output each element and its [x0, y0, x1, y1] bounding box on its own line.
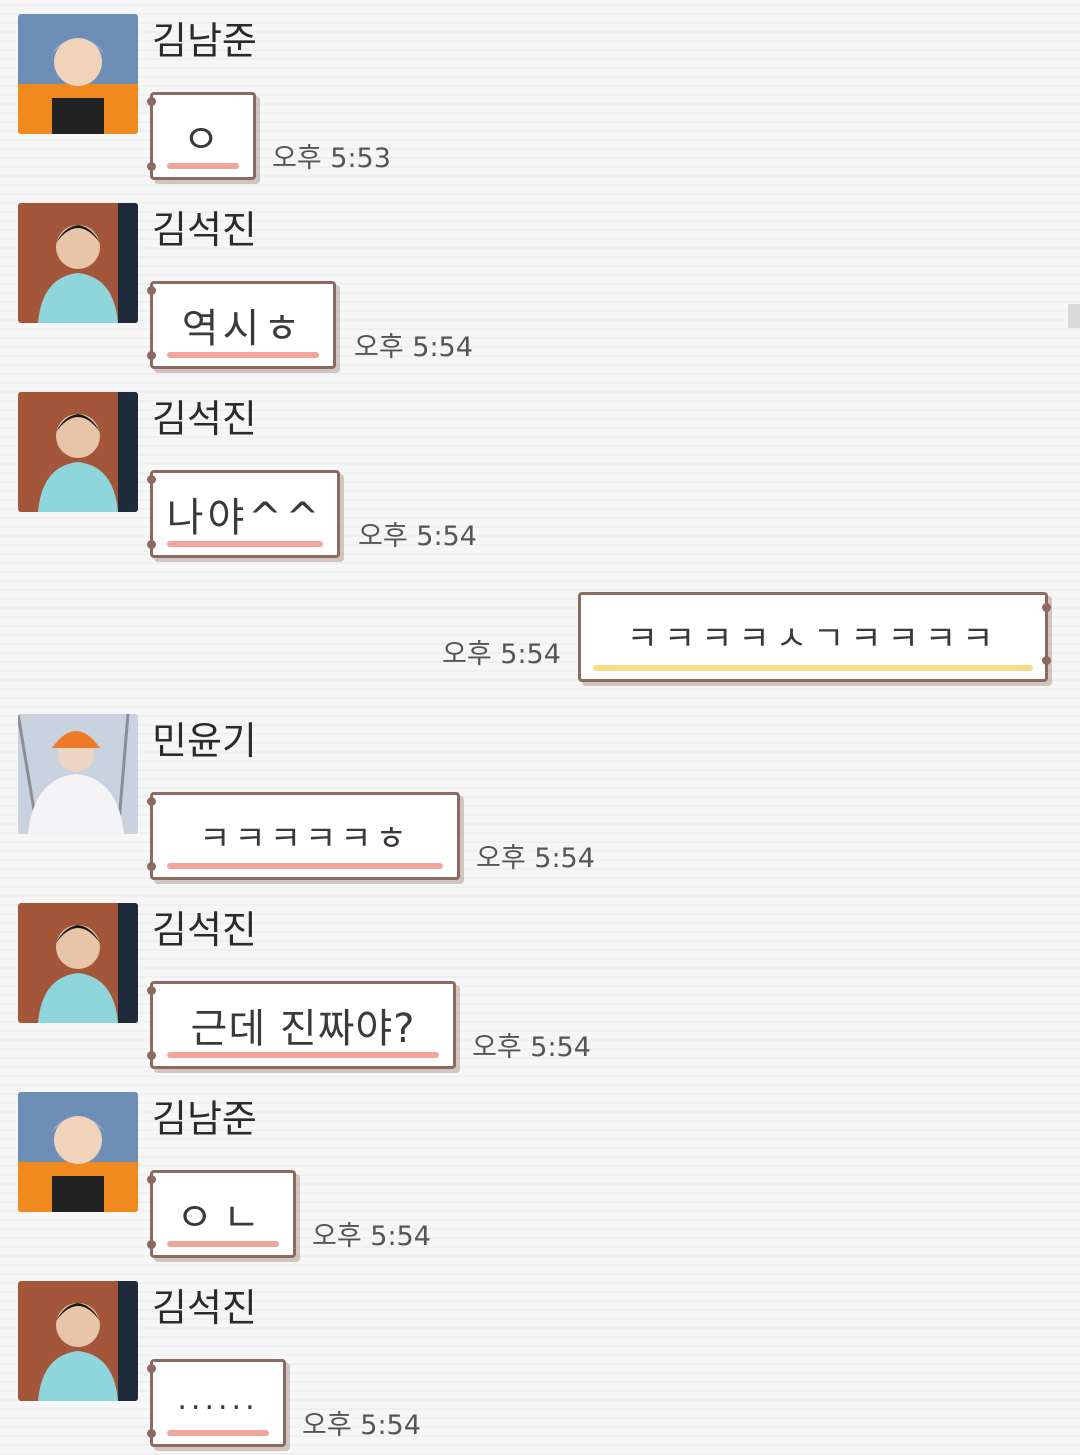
avatar-namjoon[interactable]: [18, 14, 138, 134]
message-text: 근데 진짜야?: [190, 1006, 416, 1052]
bubble-underline: [167, 163, 239, 169]
message-bubble[interactable]: ㅇ: [147, 92, 256, 180]
sender-name: 김석진: [152, 1286, 257, 1330]
message-time: 오후 5:54: [354, 332, 473, 363]
bubble-underline: [167, 541, 323, 547]
message-bubble[interactable]: ㅋㅋㅋㅋㅋㅎ: [147, 792, 460, 880]
bubble-underline: [167, 352, 319, 358]
own-message-bubble[interactable]: ㅋㅋㅋㅋㅅㄱㅋㅋㅋㅋ: [578, 592, 1051, 682]
bubble-underline: [167, 1430, 269, 1436]
message-text: 역시ㅎ: [181, 306, 305, 352]
message-time: 오후 5:54: [476, 843, 595, 874]
message-bubble[interactable]: 근데 진짜야?: [147, 981, 456, 1069]
bubble-dot: [147, 475, 156, 484]
sender-name: 김남준: [152, 1097, 257, 1141]
message-text: ㅇㄴ: [176, 1195, 270, 1241]
message-time: 오후 5:54: [442, 639, 561, 670]
message-bubble[interactable]: ㅇㄴ: [147, 1170, 296, 1258]
message-text: ......: [177, 1382, 259, 1417]
bubble-underline: [593, 665, 1033, 671]
avatar-seokjin[interactable]: [18, 203, 138, 323]
avatar-seokjin[interactable]: [18, 903, 138, 1023]
bubble-dot: [147, 986, 156, 995]
avatar-yoongi[interactable]: [18, 714, 138, 834]
avatar-seokjin[interactable]: [18, 1281, 138, 1401]
message-bubble[interactable]: ......: [147, 1359, 286, 1447]
scrollbar-thumb[interactable]: [1068, 304, 1080, 328]
bubble-underline: [167, 1241, 279, 1247]
bubble-dot: [147, 97, 156, 106]
message-text: ㅋㅋㅋㅋㅅㄱㅋㅋㅋㅋ: [626, 619, 1000, 659]
bubble-underline: [167, 863, 443, 869]
bubble-dot: [147, 286, 156, 295]
message-time: 오후 5:53: [272, 143, 391, 174]
avatar-namjoon[interactable]: [18, 1092, 138, 1212]
sender-name: 김남준: [152, 19, 257, 63]
bubble-dot: [147, 1175, 156, 1184]
message-bubble[interactable]: 나야^^: [147, 470, 340, 558]
bubble-dot: [147, 797, 156, 806]
sender-name: 김석진: [152, 208, 257, 252]
message-time: 오후 5:54: [472, 1032, 591, 1063]
bubble-underline: [167, 1052, 439, 1058]
message-text: 나야^^: [166, 495, 324, 541]
message-text: ㅇ: [182, 117, 224, 163]
bubble-dot: [147, 862, 156, 871]
message-time: 오후 5:54: [358, 521, 477, 552]
bubble-dot: [147, 1429, 156, 1438]
sender-name: 민윤기: [152, 719, 257, 763]
sender-name: 김석진: [152, 397, 257, 441]
avatar-seokjin[interactable]: [18, 392, 138, 512]
message-time: 오후 5:54: [312, 1221, 431, 1252]
message-text: ㅋㅋㅋㅋㅋㅎ: [199, 819, 411, 859]
bubble-dot: [147, 1364, 156, 1373]
message-time: 오후 5:54: [302, 1410, 421, 1441]
message-bubble[interactable]: 역시ㅎ: [147, 281, 336, 369]
sender-name: 김석진: [152, 908, 257, 952]
